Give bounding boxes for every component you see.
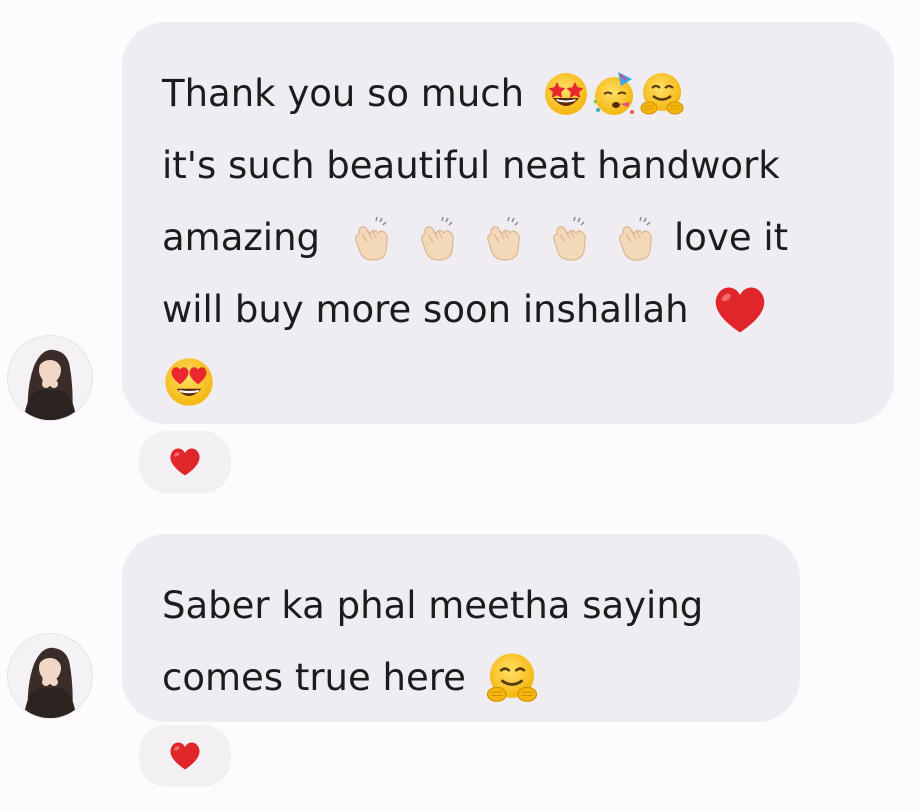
clapping-hands-emoji-icon: [536, 214, 602, 262]
avatar-girl-icon: [8, 634, 92, 718]
red-heart-emoji-icon: [707, 280, 773, 340]
clapping-hands-emoji-icon: [338, 214, 404, 262]
message-line: Saber ka phal meetha saying: [162, 570, 800, 642]
message-line: it's such beautiful neat handwork: [162, 130, 894, 202]
red-heart-icon: [165, 444, 205, 480]
avatar-girl-icon: [8, 336, 92, 420]
message-line: [162, 346, 894, 418]
partying-face-emoji-icon: [590, 70, 638, 118]
message-text: it's such beautiful neat handwork: [162, 144, 780, 187]
message-text: Saber ka phal meetha saying: [162, 584, 704, 627]
star-struck-emoji-icon: [542, 70, 590, 118]
clapping-hands-emoji-icon: [404, 214, 470, 262]
message-text: Thank you so much: [162, 72, 525, 115]
heart-eyes-emoji-icon: [162, 355, 216, 409]
clapping-hands-emoji-icon: [470, 214, 536, 262]
message-bubble[interactable]: Thank you so much it's such beautiful ne…: [122, 22, 894, 424]
hugging-face-emoji-icon: [638, 70, 686, 118]
avatar[interactable]: [8, 336, 92, 420]
message-line: amazing love it: [162, 202, 894, 274]
message-line: will buy more soon inshallah: [162, 274, 894, 346]
reaction-badge[interactable]: [136, 428, 234, 496]
red-heart-icon: [165, 738, 205, 774]
message-text: love it: [674, 216, 789, 259]
message-line: comes true here: [162, 642, 800, 714]
message-text: amazing: [162, 216, 321, 259]
clapping-hands-emoji-icon: [602, 214, 668, 262]
reaction-badge[interactable]: [136, 722, 234, 790]
message-text: comes true here: [162, 656, 466, 699]
avatar[interactable]: [8, 634, 92, 718]
message-bubble[interactable]: Saber ka phal meetha saying comes true h…: [122, 534, 800, 722]
message-line: Thank you so much: [162, 58, 894, 130]
hugging-face-emoji-icon: [484, 650, 540, 706]
message-text: will buy more soon inshallah: [162, 288, 689, 331]
